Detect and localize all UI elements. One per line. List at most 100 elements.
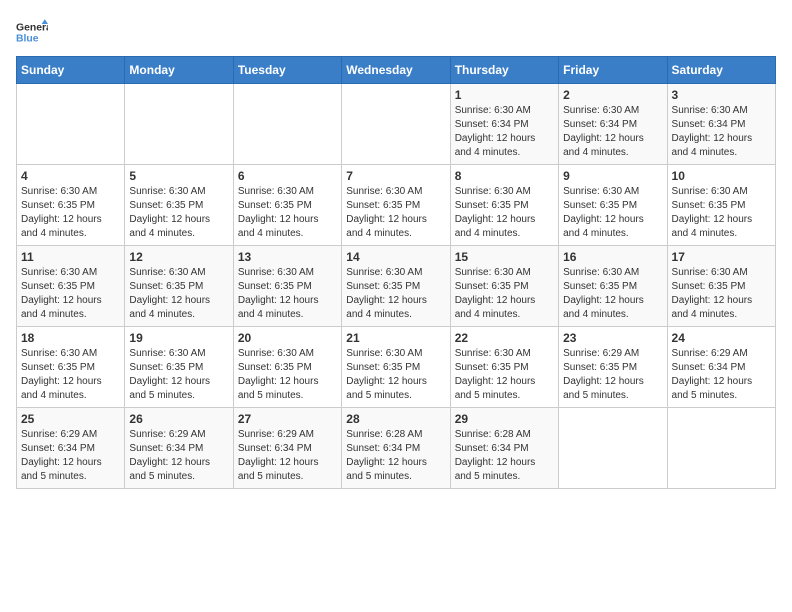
day-number: 27 [238, 412, 337, 426]
svg-text:Blue: Blue [16, 34, 39, 45]
day-number: 25 [21, 412, 120, 426]
day-number: 3 [672, 88, 771, 102]
svg-text:General: General [16, 22, 48, 33]
calendar-cell: 4Sunrise: 6:30 AM Sunset: 6:35 PM Daylig… [17, 165, 125, 246]
calendar-week-row: 25 Sunrise: 6:29 AM Sunset: 6:34 PM Dayli… [17, 408, 776, 489]
day-info: Sunrise: 6:30 AM Sunset: 6:35 PM Dayligh… [455, 347, 554, 403]
calendar-cell: 19 Sunrise: 6:30 AM Sunset: 6:35 PM Dayli… [125, 327, 233, 408]
day-number: 14 [346, 250, 445, 264]
weekday-header-saturday: Saturday [667, 57, 775, 84]
calendar-cell: 25 Sunrise: 6:29 AM Sunset: 6:34 PM Dayli… [17, 408, 125, 489]
calendar-cell: 12Sunrise: 6:30 AM Sunset: 6:35 PM Dayli… [125, 246, 233, 327]
day-info: Sunrise: 6:28 AM Sunset: 6:34 PM Dayligh… [455, 428, 554, 484]
day-info: Sunrise: 6:30 AM Sunset: 6:35 PM Dayligh… [346, 347, 445, 403]
logo-icon: General Blue [16, 16, 48, 48]
weekday-header-sunday: Sunday [17, 57, 125, 84]
calendar-cell: 20 Sunrise: 6:30 AM Sunset: 6:35 PM Dayli… [233, 327, 341, 408]
calendar-cell: 11 Sunrise: 6:30 AM Sunset: 6:35 PM Dayli… [17, 246, 125, 327]
day-number: 1 [455, 88, 554, 102]
header: General Blue [16, 16, 776, 48]
calendar-cell: 3 Sunrise: 6:30 AM Sunset: 6:34 PM Daylig… [667, 84, 775, 165]
day-number: 17 [672, 250, 771, 264]
calendar-cell: 16 Sunrise: 6:30 AM Sunset: 6:35 PM Dayli… [559, 246, 667, 327]
calendar-cell: 24Sunrise: 6:29 AM Sunset: 6:34 PM Dayli… [667, 327, 775, 408]
day-info: Sunrise: 6:29 AM Sunset: 6:34 PM Dayligh… [21, 428, 120, 484]
calendar-cell [125, 84, 233, 165]
day-info: Sunrise: 6:29 AM Sunset: 6:35 PM Dayligh… [563, 347, 662, 403]
day-info: Sunrise: 6:30 AM Sunset: 6:35 PM Dayligh… [21, 347, 120, 403]
calendar-cell: 28 Sunrise: 6:28 AM Sunset: 6:34 PM Dayli… [342, 408, 450, 489]
logo: General Blue [16, 16, 48, 48]
day-info: Sunrise: 6:30 AM Sunset: 6:35 PM Dayligh… [129, 185, 228, 241]
calendar-week-row: 4Sunrise: 6:30 AM Sunset: 6:35 PM Daylig… [17, 165, 776, 246]
day-number: 16 [563, 250, 662, 264]
day-info: Sunrise: 6:30 AM Sunset: 6:34 PM Dayligh… [455, 104, 554, 160]
calendar-cell: 10 Sunrise: 6:30 AM Sunset: 6:35 PM Dayli… [667, 165, 775, 246]
weekday-header-friday: Friday [559, 57, 667, 84]
day-number: 20 [238, 331, 337, 345]
calendar-week-row: 11 Sunrise: 6:30 AM Sunset: 6:35 PM Dayli… [17, 246, 776, 327]
calendar-cell: 14 Sunrise: 6:30 AM Sunset: 6:35 PM Dayli… [342, 246, 450, 327]
day-info: Sunrise: 6:30 AM Sunset: 6:35 PM Dayligh… [238, 266, 337, 322]
day-info: Sunrise: 6:30 AM Sunset: 6:35 PM Dayligh… [346, 185, 445, 241]
calendar-cell [233, 84, 341, 165]
calendar-cell [559, 408, 667, 489]
calendar-cell: 2 Sunrise: 6:30 AM Sunset: 6:34 PM Daylig… [559, 84, 667, 165]
weekday-header-monday: Monday [125, 57, 233, 84]
calendar-cell [342, 84, 450, 165]
day-info: Sunrise: 6:30 AM Sunset: 6:35 PM Dayligh… [21, 266, 120, 322]
calendar-cell: 27 Sunrise: 6:29 AM Sunset: 6:34 PM Dayli… [233, 408, 341, 489]
day-info: Sunrise: 6:29 AM Sunset: 6:34 PM Dayligh… [129, 428, 228, 484]
day-number: 7 [346, 169, 445, 183]
day-info: Sunrise: 6:30 AM Sunset: 6:35 PM Dayligh… [563, 266, 662, 322]
calendar-cell [17, 84, 125, 165]
weekday-header-wednesday: Wednesday [342, 57, 450, 84]
calendar-cell [667, 408, 775, 489]
calendar-table: SundayMondayTuesdayWednesdayThursdayFrid… [16, 56, 776, 489]
weekday-header-tuesday: Tuesday [233, 57, 341, 84]
day-number: 15 [455, 250, 554, 264]
day-number: 11 [21, 250, 120, 264]
day-info: Sunrise: 6:30 AM Sunset: 6:35 PM Dayligh… [129, 347, 228, 403]
day-number: 10 [672, 169, 771, 183]
day-number: 29 [455, 412, 554, 426]
calendar-cell: 8 Sunrise: 6:30 AM Sunset: 6:35 PM Daylig… [450, 165, 558, 246]
calendar-week-row: 1 Sunrise: 6:30 AM Sunset: 6:34 PM Daylig… [17, 84, 776, 165]
day-number: 12 [129, 250, 228, 264]
day-number: 21 [346, 331, 445, 345]
calendar-cell: 1 Sunrise: 6:30 AM Sunset: 6:34 PM Daylig… [450, 84, 558, 165]
day-number: 18 [21, 331, 120, 345]
day-number: 13 [238, 250, 337, 264]
day-info: Sunrise: 6:30 AM Sunset: 6:35 PM Dayligh… [238, 347, 337, 403]
day-number: 9 [563, 169, 662, 183]
day-number: 19 [129, 331, 228, 345]
day-info: Sunrise: 6:30 AM Sunset: 6:35 PM Dayligh… [238, 185, 337, 241]
day-info: Sunrise: 6:29 AM Sunset: 6:34 PM Dayligh… [238, 428, 337, 484]
day-info: Sunrise: 6:28 AM Sunset: 6:34 PM Dayligh… [346, 428, 445, 484]
day-number: 8 [455, 169, 554, 183]
calendar-cell: 26Sunrise: 6:29 AM Sunset: 6:34 PM Dayli… [125, 408, 233, 489]
weekday-header-row: SundayMondayTuesdayWednesdayThursdayFrid… [17, 57, 776, 84]
calendar-cell: 5 Sunrise: 6:30 AM Sunset: 6:35 PM Daylig… [125, 165, 233, 246]
calendar-cell: 21 Sunrise: 6:30 AM Sunset: 6:35 PM Dayli… [342, 327, 450, 408]
day-number: 5 [129, 169, 228, 183]
day-info: Sunrise: 6:30 AM Sunset: 6:34 PM Dayligh… [563, 104, 662, 160]
calendar-cell: 22Sunrise: 6:30 AM Sunset: 6:35 PM Dayli… [450, 327, 558, 408]
calendar-cell: 9 Sunrise: 6:30 AM Sunset: 6:35 PM Daylig… [559, 165, 667, 246]
day-info: Sunrise: 6:30 AM Sunset: 6:35 PM Dayligh… [455, 185, 554, 241]
day-number: 6 [238, 169, 337, 183]
day-info: Sunrise: 6:30 AM Sunset: 6:35 PM Dayligh… [346, 266, 445, 322]
day-info: Sunrise: 6:30 AM Sunset: 6:34 PM Dayligh… [672, 104, 771, 160]
calendar-week-row: 18 Sunrise: 6:30 AM Sunset: 6:35 PM Dayli… [17, 327, 776, 408]
weekday-header-thursday: Thursday [450, 57, 558, 84]
day-info: Sunrise: 6:30 AM Sunset: 6:35 PM Dayligh… [563, 185, 662, 241]
day-number: 24 [672, 331, 771, 345]
day-number: 23 [563, 331, 662, 345]
day-info: Sunrise: 6:30 AM Sunset: 6:35 PM Dayligh… [672, 185, 771, 241]
calendar-cell: 18 Sunrise: 6:30 AM Sunset: 6:35 PM Dayli… [17, 327, 125, 408]
day-number: 28 [346, 412, 445, 426]
day-info: Sunrise: 6:30 AM Sunset: 6:35 PM Dayligh… [672, 266, 771, 322]
day-info: Sunrise: 6:30 AM Sunset: 6:35 PM Dayligh… [455, 266, 554, 322]
calendar-cell: 6 Sunrise: 6:30 AM Sunset: 6:35 PM Daylig… [233, 165, 341, 246]
day-number: 2 [563, 88, 662, 102]
